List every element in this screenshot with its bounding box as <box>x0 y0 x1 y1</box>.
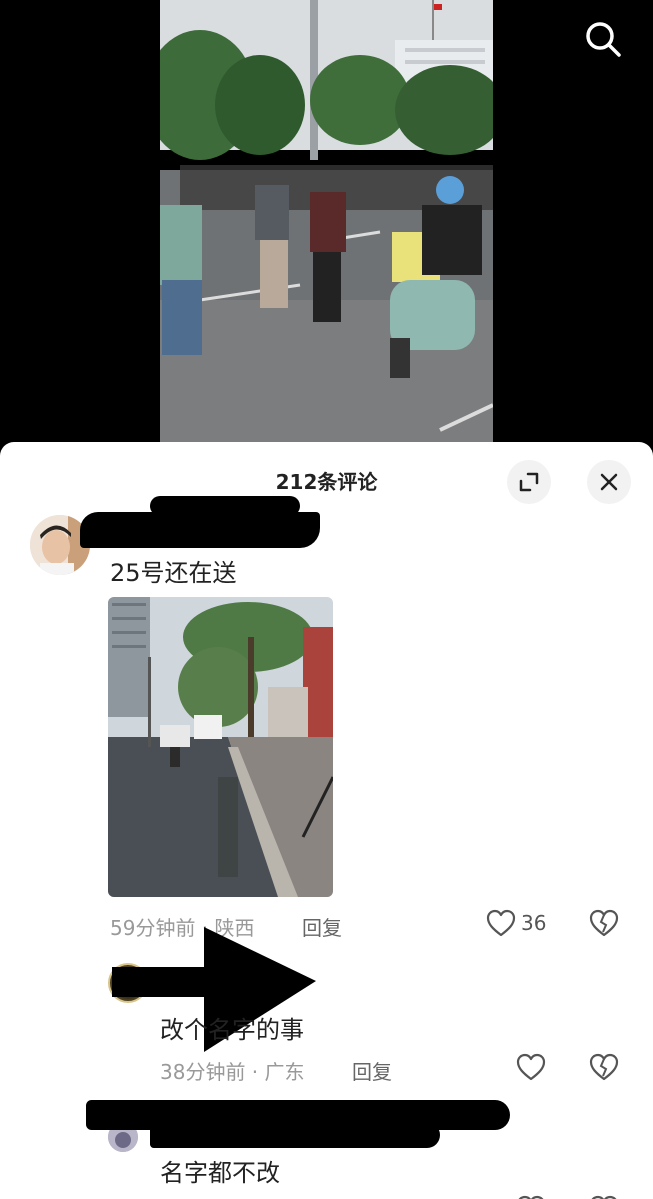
video-player[interactable] <box>0 0 653 442</box>
expand-button[interactable] <box>507 460 551 504</box>
video-frame <box>160 0 493 442</box>
dislike-button[interactable] <box>588 1194 620 1199</box>
broken-heart-icon <box>589 909 619 937</box>
expand-icon <box>519 472 539 492</box>
heart-icon <box>486 909 516 937</box>
broken-heart-icon <box>589 1053 619 1081</box>
like-count: 36 <box>521 911 547 935</box>
comment-image[interactable] <box>108 597 333 897</box>
redacted-username <box>80 512 320 548</box>
heart-icon <box>516 1053 546 1081</box>
comments-count-title: 212条评论 <box>275 470 378 494</box>
redacted-username-part <box>150 496 300 516</box>
comment-location: 广东 <box>264 1060 305 1084</box>
comment-meta: 38分钟前 · 广东 <box>160 1056 305 1085</box>
comment-text: 25号还在送 <box>110 559 237 587</box>
redacted-username-part <box>150 1122 440 1148</box>
street-photo <box>108 597 333 897</box>
search-button[interactable] <box>580 16 626 62</box>
comment-time: 38分钟前 <box>160 1060 246 1084</box>
heart-icon <box>518 1195 544 1199</box>
like-button[interactable] <box>515 1052 551 1082</box>
dislike-button[interactable] <box>588 908 620 942</box>
comment-text: 改个名字的事 <box>160 1016 304 1044</box>
reply-button[interactable]: 回复 <box>352 1056 392 1085</box>
video-scene <box>160 0 493 442</box>
meta-separator: · <box>245 1060 265 1084</box>
close-icon <box>600 473 618 491</box>
like-button[interactable] <box>515 1194 547 1199</box>
comments-sheet: 212条评论 25号还在送 59分钟前 · 陕西 回复 36 改个名字的事 38… <box>0 442 653 1199</box>
close-button[interactable] <box>587 460 631 504</box>
comment-text: 名字都不改 <box>160 1159 280 1187</box>
like-button[interactable]: 36 <box>485 908 546 938</box>
broken-heart-icon <box>591 1195 617 1199</box>
search-icon <box>586 22 621 57</box>
dislike-button[interactable] <box>588 1052 620 1086</box>
